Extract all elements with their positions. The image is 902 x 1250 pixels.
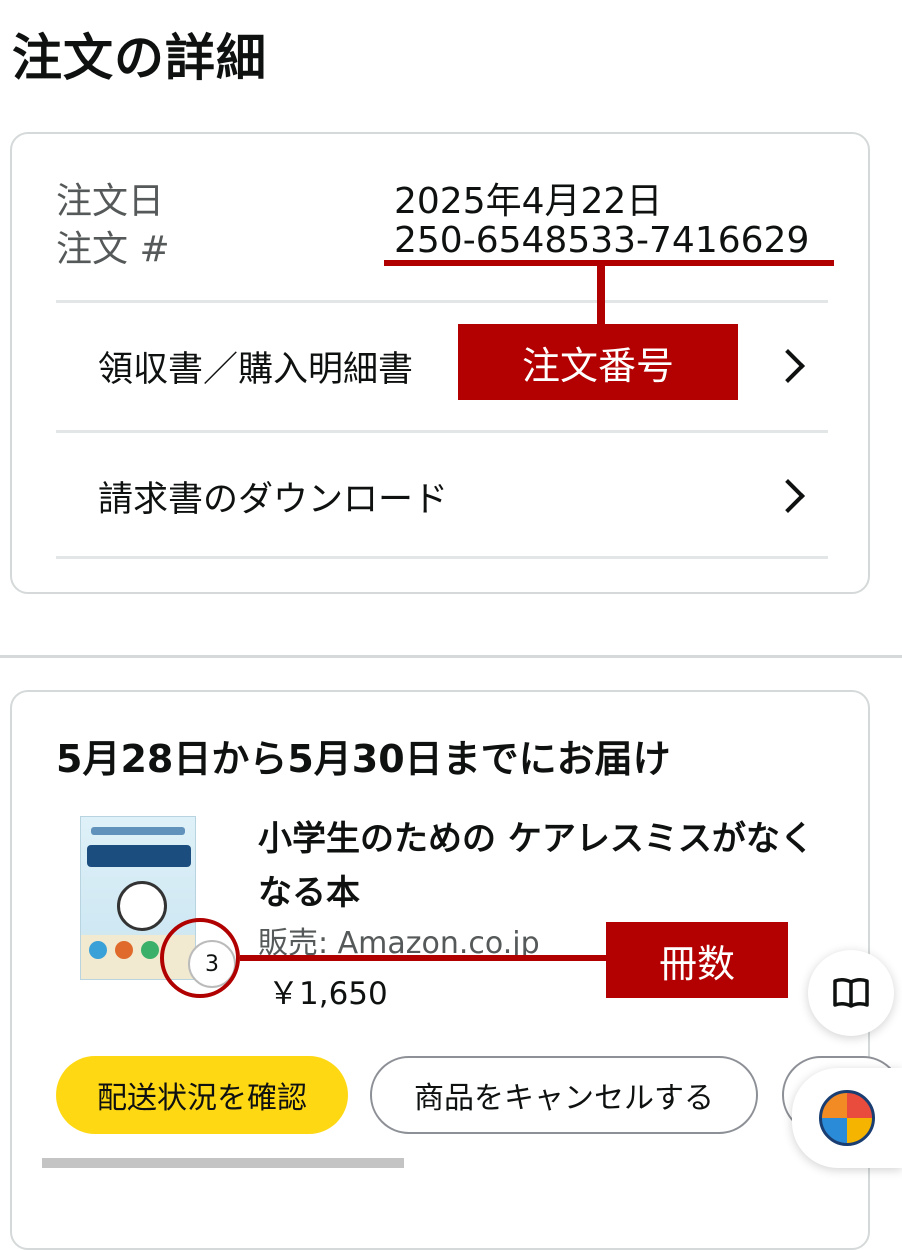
price-text: ￥1,650 [268,976,388,1012]
invoice-download-link[interactable]: 請求書のダウンロード [56,434,828,558]
product-title-link[interactable]: 小学生のための ケアレスミスがなくなる本 [258,812,818,920]
order-number-annotation: 注文番号 [458,324,738,400]
invoice-download-label: 請求書のダウンロード [98,479,449,520]
app-logo-icon [819,1090,875,1146]
order-number-label: 注文 # [56,229,170,270]
quantity-highlight-circle [160,918,240,998]
order-number-connector [597,266,605,326]
track-package-button[interactable]: 配送状況を確認 [56,1056,348,1134]
quantity-connector [240,955,608,961]
horizontal-scrollbar[interactable] [42,1158,404,1168]
page-title: 注文の詳細 [12,29,267,87]
order-number-value: 250-6548533-7416629 [394,220,810,261]
app-assistant-button[interactable] [792,1068,902,1168]
divider [56,300,828,303]
chevron-right-icon [771,349,805,383]
open-book-icon [833,977,869,1008]
order-number-underline [384,260,834,266]
section-separator [0,655,902,658]
reader-button[interactable] [808,950,894,1036]
divider [56,556,828,559]
order-date-value: 2025年4月22日 [394,181,663,222]
quantity-annotation: 冊数 [606,922,788,998]
order-date-label: 注文日 [56,181,165,222]
order-info-card: 注文日 2025年4月22日 注文 # 250-6548533-7416629 … [10,132,870,594]
chevron-right-icon [771,479,805,513]
receipt-link-label: 領収書／購入明細書 [98,349,414,390]
divider [56,430,828,433]
cancel-item-button[interactable]: 商品をキャンセルする [370,1056,758,1134]
delivery-date-title: 5月28日から5月30日までにお届け [56,737,671,781]
